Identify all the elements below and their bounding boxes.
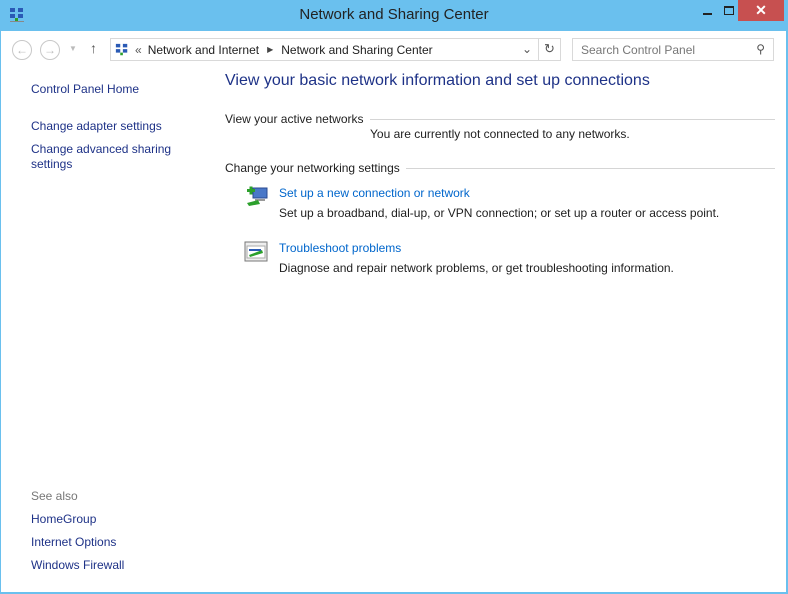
breadcrumb-network-sharing-center[interactable]: Network and Sharing Center [281, 43, 432, 57]
page-title: View your basic network information and … [225, 72, 650, 89]
refresh-icon[interactable]: ↻ [544, 41, 555, 57]
troubleshoot-icon [244, 241, 268, 262]
overflow-chevron[interactable]: « [135, 43, 142, 57]
see-also-homegroup[interactable]: HomeGroup [31, 512, 96, 526]
search-placeholder: Search Control Panel [581, 42, 696, 57]
search-input[interactable]: Search Control Panel ⚲ [572, 38, 774, 61]
window-body: ← → ▼ ↑ « Network and Internet ▶ Network… [1, 31, 786, 592]
breadcrumb-network-and-internet[interactable]: Network and Internet [148, 43, 259, 57]
network-icon [115, 43, 128, 55]
link-line: Change advanced sharing [31, 142, 172, 156]
chevron-down-icon[interactable]: ⌄ [522, 42, 532, 56]
chevron-right-icon[interactable]: ▶ [267, 45, 273, 54]
recent-pages-dropdown[interactable]: ▼ [69, 44, 77, 53]
networking-settings-section: Change your networking settings [225, 161, 775, 175]
new-connection-icon [247, 186, 268, 206]
see-also-internet-options[interactable]: Internet Options [31, 535, 116, 549]
sidebar-change-advanced-sharing[interactable]: Change advanced sharing settings [31, 142, 171, 172]
setup-connection-description: Set up a broadband, dial-up, or VPN conn… [279, 206, 720, 220]
address-bar[interactable]: « Network and Internet ▶ Network and Sha… [110, 38, 561, 61]
up-button[interactable]: ↑ [90, 40, 97, 56]
active-networks-section: View your active networks [225, 112, 775, 126]
search-icon[interactable]: ⚲ [756, 42, 765, 56]
network-status: You are currently not connected to any n… [370, 127, 630, 141]
navigation-bar: ← → ▼ ↑ « Network and Internet ▶ Network… [1, 31, 786, 66]
section-label: View your active networks [225, 112, 364, 126]
sidebar-change-adapter-settings[interactable]: Change adapter settings [31, 119, 162, 133]
back-button[interactable]: ← [12, 40, 32, 60]
setup-connection-link[interactable]: Set up a new connection or network [279, 186, 470, 200]
link-line: settings [31, 157, 73, 171]
sidebar-control-panel-home[interactable]: Control Panel Home [31, 82, 139, 96]
forward-button[interactable]: → [40, 40, 60, 60]
see-also-label: See also [31, 489, 78, 503]
section-label: Change your networking settings [225, 161, 400, 175]
window-title: Network and Sharing Center [299, 6, 489, 23]
troubleshoot-link[interactable]: Troubleshoot problems [279, 241, 401, 255]
troubleshoot-description: Diagnose and repair network problems, or… [279, 261, 674, 275]
close-button[interactable]: ✕ [738, 0, 784, 21]
see-also-windows-firewall[interactable]: Windows Firewall [31, 558, 124, 572]
title-bar[interactable]: Network and Sharing Center ✕ [0, 0, 788, 31]
